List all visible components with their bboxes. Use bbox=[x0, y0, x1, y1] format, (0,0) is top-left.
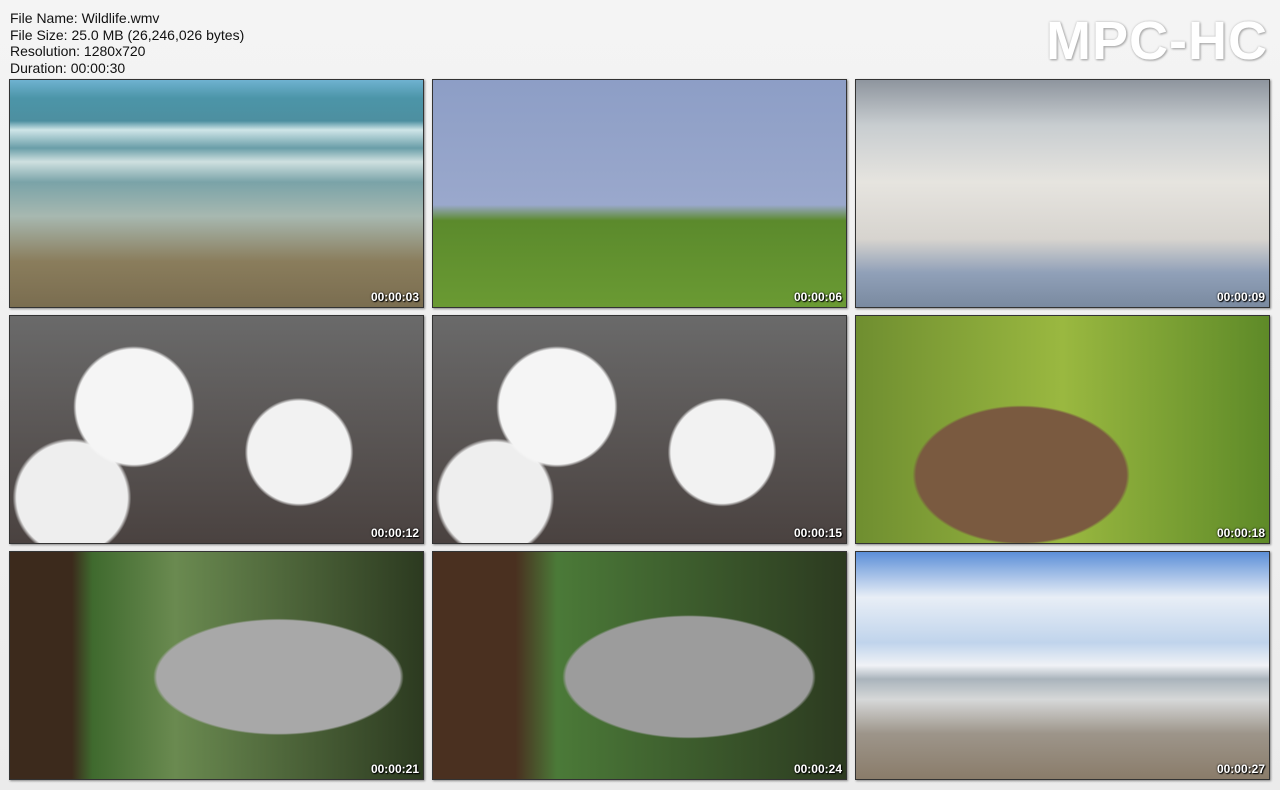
duration: Duration: 00:00:30 bbox=[10, 59, 126, 76]
thumbnail-birds-flying: 00:00:06 bbox=[432, 79, 847, 308]
timestamp: 00:00:12 bbox=[370, 526, 419, 540]
timestamp: 00:00:06 bbox=[793, 290, 842, 304]
timestamp: 00:00:09 bbox=[1216, 290, 1265, 304]
timestamp: 00:00:15 bbox=[793, 526, 842, 540]
thumbnail-koala-2: 00:00:24 bbox=[432, 551, 847, 780]
file-name: File Name: Wildlife.wmv bbox=[10, 10, 160, 26]
mpc-hc-logo: MPC-HC bbox=[1046, 11, 1268, 71]
thumbnail-marmot: 00:00:18 bbox=[855, 315, 1270, 544]
file-size: File Size: 25.0 MB (26,246,026 bytes) bbox=[10, 26, 245, 43]
file-info: File Name: Wildlife.wmv File Size: 25.0 … bbox=[10, 10, 244, 76]
timestamp: 00:00:24 bbox=[793, 762, 842, 776]
thumbnail-horses: 00:00:03 bbox=[9, 79, 424, 308]
resolution: Resolution: 1280x720 bbox=[10, 43, 146, 59]
timestamp: 00:00:03 bbox=[370, 290, 419, 304]
thumbnail-bird-colony: 00:00:27 bbox=[855, 551, 1270, 780]
thumbnail-gannets-2: 00:00:15 bbox=[432, 315, 847, 544]
timestamp: 00:00:21 bbox=[370, 762, 419, 776]
thumbnail-koala: 00:00:21 bbox=[9, 551, 424, 780]
timestamp: 00:00:27 bbox=[1216, 762, 1265, 776]
thumbnail-seals: 00:00:09 bbox=[855, 79, 1270, 308]
timestamp: 00:00:18 bbox=[1216, 526, 1265, 540]
thumbnail-gannets: 00:00:12 bbox=[9, 315, 424, 544]
